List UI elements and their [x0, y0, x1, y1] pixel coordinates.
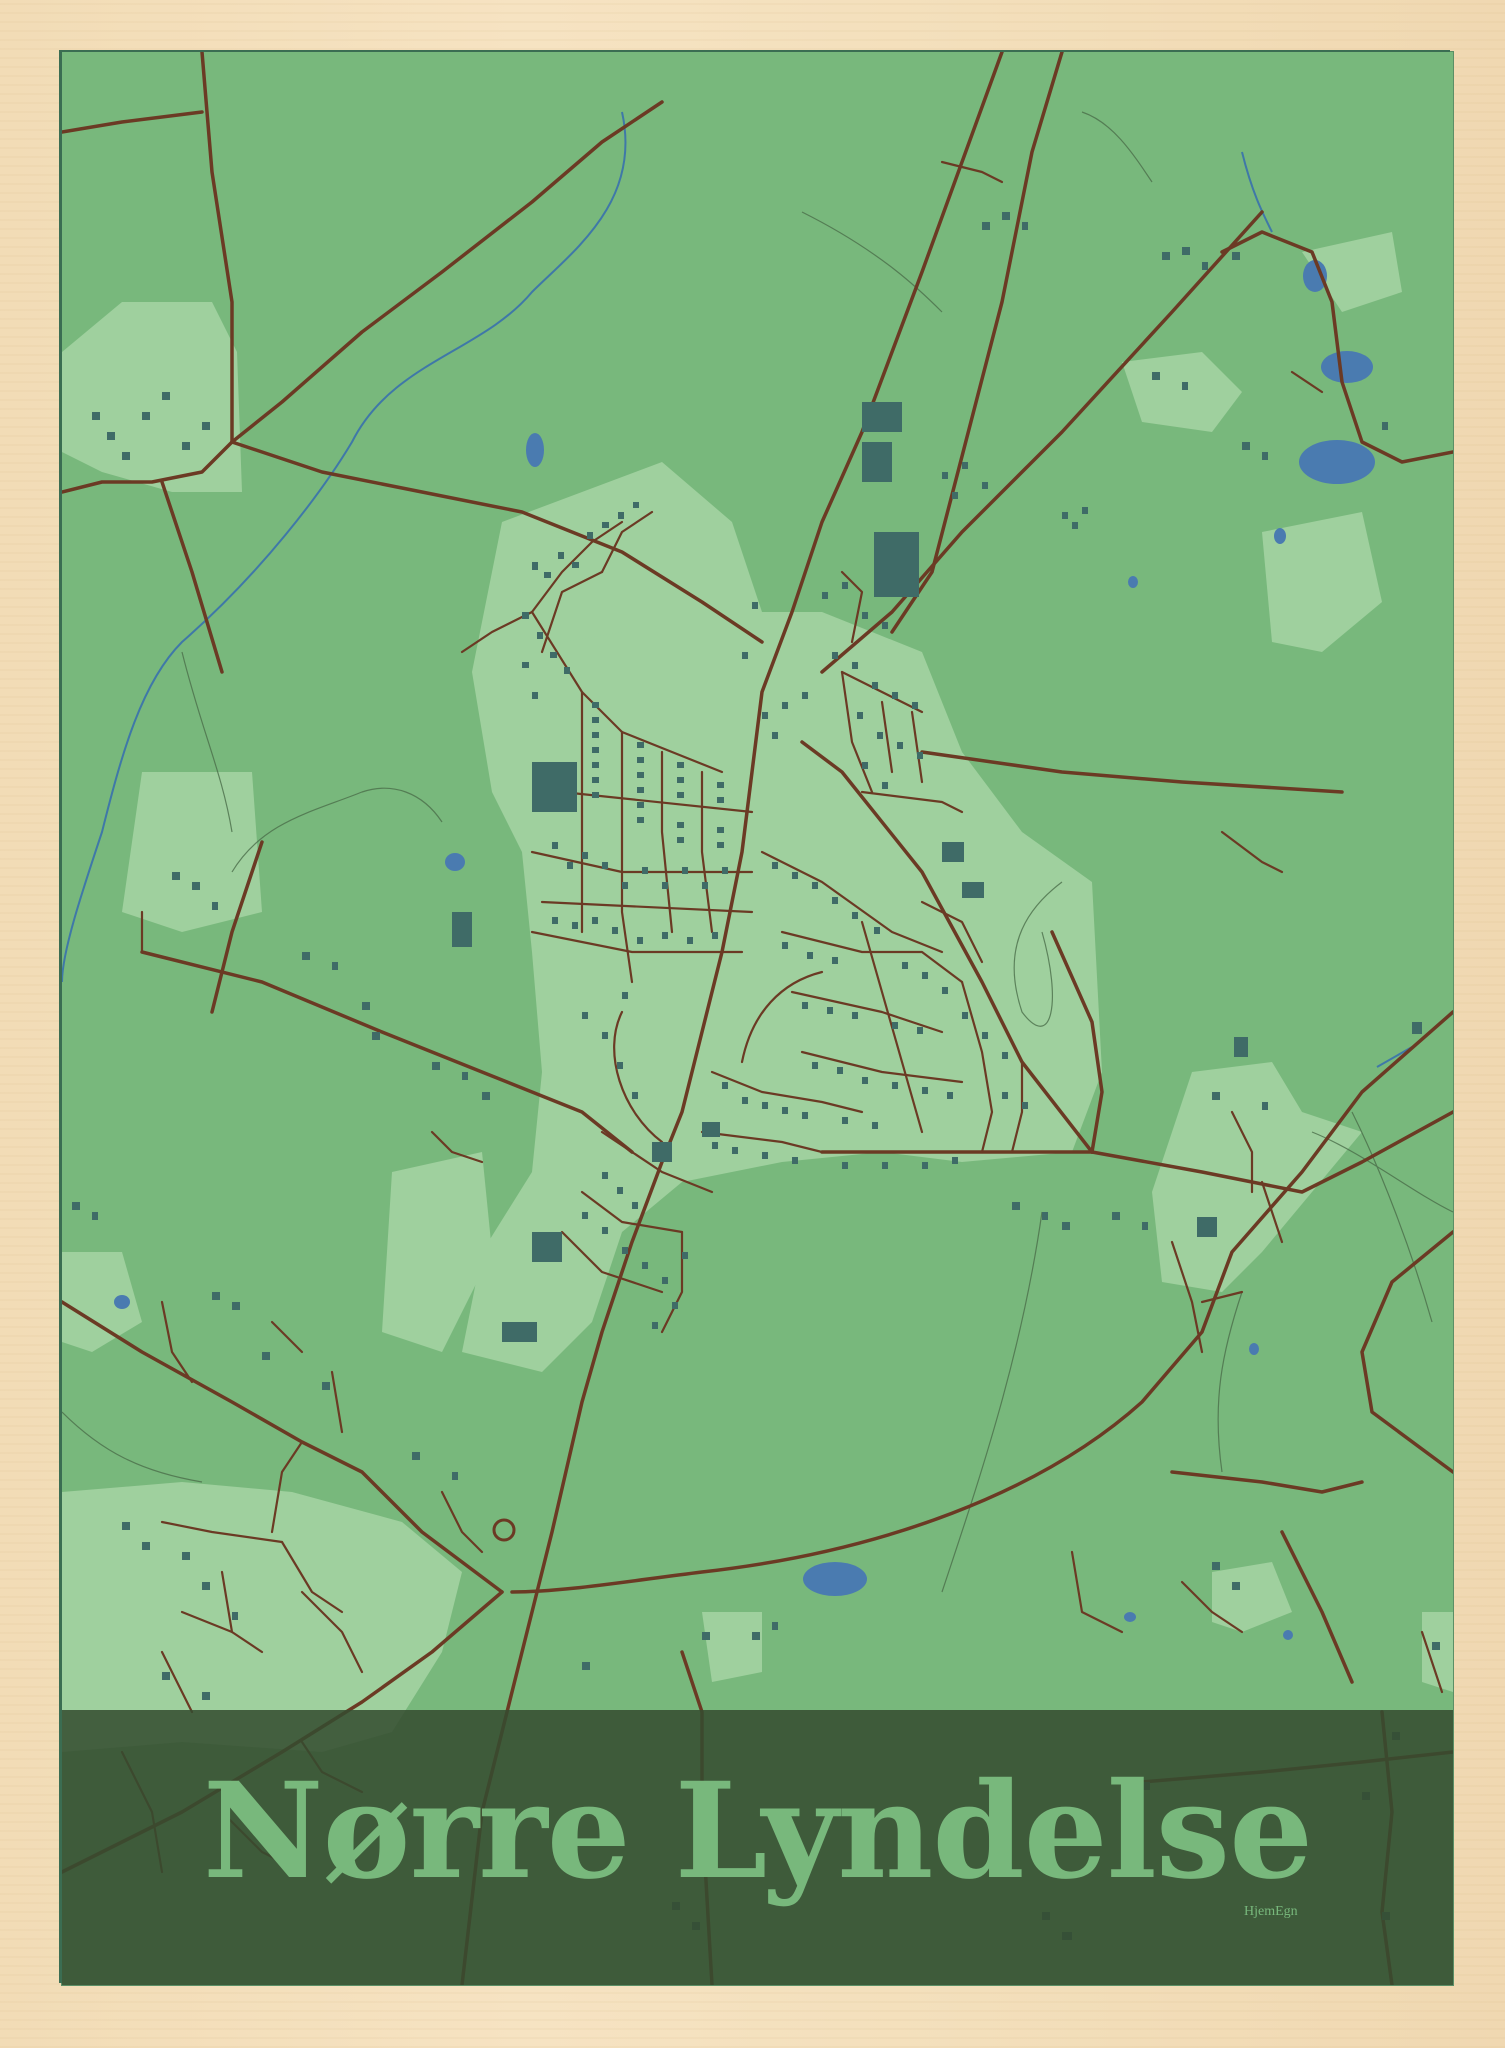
roundabout-icon [492, 1518, 516, 1542]
street-map [62, 52, 1453, 1985]
map-poster: Nørre Lyndelse HjemEgn [62, 52, 1453, 1985]
poster-title: Nørre Lyndelse [202, 1754, 1313, 1909]
brand-logo: HjemEgn [1244, 1904, 1298, 1919]
wooden-frame: Nørre Lyndelse HjemEgn [0, 0, 1505, 2048]
